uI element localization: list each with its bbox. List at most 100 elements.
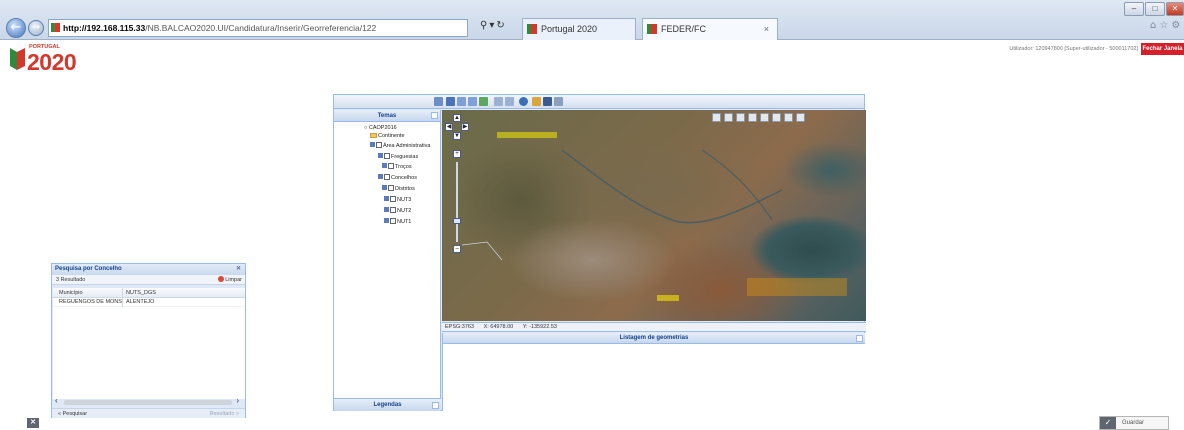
tree-node-nut3[interactable]: NUT3 bbox=[384, 196, 411, 204]
address-tools[interactable]: ⚲▾↻ bbox=[480, 20, 507, 31]
tree-node-nut2[interactable]: NUT2 bbox=[384, 207, 411, 215]
search-icon[interactable]: ⚲ bbox=[480, 20, 489, 31]
tree-node-distritos[interactable]: Distritos bbox=[382, 185, 415, 193]
info-icon[interactable] bbox=[519, 97, 528, 106]
refresh-icon[interactable]: ↻ bbox=[496, 20, 506, 31]
minimize-window-button[interactable]: – bbox=[1124, 2, 1144, 16]
column-header-municipio[interactable]: Município bbox=[53, 288, 123, 298]
full-extent-icon[interactable] bbox=[479, 97, 488, 106]
layer-checkbox[interactable] bbox=[384, 153, 390, 159]
close-icon[interactable]: ✕ bbox=[27, 418, 39, 428]
layer-checkbox[interactable] bbox=[376, 142, 382, 148]
geometry-list-title: Listagem de geometrias bbox=[619, 335, 689, 341]
logo-year: 2020 bbox=[27, 49, 77, 75]
home-icon[interactable]: ⌂ bbox=[1150, 20, 1159, 31]
portugal-2020-logo: PORTUGAL 2020 bbox=[8, 44, 98, 74]
result-table: Município NUTS_DGS REGUENGOS DE MONS...AL… bbox=[53, 288, 245, 399]
clear-button[interactable]: Limpar bbox=[218, 275, 242, 285]
layer-icon bbox=[378, 174, 383, 179]
zoom-out-icon[interactable] bbox=[468, 97, 477, 106]
layer-checkbox[interactable] bbox=[390, 207, 396, 213]
close-tab-icon[interactable]: × bbox=[764, 19, 769, 39]
expand-icon[interactable] bbox=[432, 402, 439, 409]
maximize-window-button[interactable]: □ bbox=[1145, 2, 1165, 16]
zoom-in-icon[interactable] bbox=[457, 97, 466, 106]
layer-icon bbox=[378, 153, 383, 158]
print-icon[interactable] bbox=[543, 97, 552, 106]
collapse-icon[interactable] bbox=[431, 112, 438, 119]
tab-label: FEDER/FC bbox=[661, 24, 706, 34]
browser-chrome: ← → http://192.168.115.33/NB.BALCAO2020.… bbox=[0, 0, 1184, 40]
geometry-list-panel: Listagem de geometrias bbox=[442, 333, 865, 411]
layer-checkbox[interactable] bbox=[384, 174, 390, 180]
close-icon[interactable]: ✕ bbox=[236, 264, 241, 275]
layers-panel: Temas ○ CAOP2016 Continente Área Adminis… bbox=[334, 110, 441, 411]
measure-area-icon[interactable] bbox=[505, 97, 514, 106]
satellite-map[interactable]: ▲ ◀ ▶ ▼ + – bbox=[442, 110, 866, 321]
result-link[interactable]: Resultado » bbox=[210, 409, 239, 419]
layer-icon bbox=[370, 142, 375, 147]
table-header: Município NUTS_DGS bbox=[53, 288, 245, 298]
tab-portugal-2020[interactable]: Portugal 2020 bbox=[522, 18, 636, 40]
export-icon[interactable] bbox=[554, 97, 563, 106]
scroll-left-icon[interactable]: ‹ bbox=[55, 396, 58, 405]
identify-icon[interactable] bbox=[532, 97, 541, 106]
site-favicon-icon bbox=[51, 23, 60, 32]
layer-icon bbox=[384, 218, 389, 223]
layer-icon bbox=[382, 163, 387, 168]
search-link[interactable]: « Pesquisar bbox=[58, 409, 87, 419]
layer-checkbox[interactable] bbox=[388, 185, 394, 191]
gear-icon[interactable]: ⚙ bbox=[1171, 20, 1183, 31]
coord-y: Y: -135922.53 bbox=[522, 324, 557, 330]
save-button[interactable]: ✓ Guardar bbox=[1099, 416, 1169, 430]
layer-checkbox[interactable] bbox=[388, 163, 394, 169]
layer-checkbox[interactable] bbox=[390, 218, 396, 224]
tree-node-area-administrativa[interactable]: Área Administrativa bbox=[370, 142, 430, 150]
logo-flag-icon bbox=[10, 48, 25, 70]
search-by-municipality-window: Pesquisa por Concelho ✕ 3 Resultado Limp… bbox=[51, 263, 246, 418]
folder-icon bbox=[370, 133, 377, 138]
search-window-footer: « Pesquisar Resultado » bbox=[52, 408, 245, 418]
measure-line-icon[interactable] bbox=[494, 97, 503, 106]
pan-icon[interactable] bbox=[446, 97, 455, 106]
back-button[interactable]: ← bbox=[6, 18, 26, 38]
star-icon[interactable]: ☆ bbox=[1159, 20, 1171, 31]
browser-toolbar-icons: ⌂☆⚙ bbox=[1150, 20, 1183, 31]
map-toolbar bbox=[334, 95, 864, 109]
table-row[interactable]: REGUENGOS DE MONS...ALENTEJO bbox=[53, 298, 245, 307]
search-window-title[interactable]: Pesquisa por Concelho ✕ bbox=[52, 264, 245, 275]
address-path: /NB.BALCAO2020.UI/Candidatura/Inserir/Ge… bbox=[145, 23, 377, 33]
address-bar[interactable]: http://192.168.115.33/NB.BALCAO2020.UI/C… bbox=[48, 19, 468, 37]
collapse-icon[interactable] bbox=[434, 97, 443, 106]
layers-panel-header: Temas bbox=[334, 110, 440, 122]
layers-title: Temas bbox=[377, 113, 397, 119]
column-header-nuts[interactable]: NUTS_DGS bbox=[123, 288, 156, 298]
tree-node-caop2016[interactable]: ○ CAOP2016 bbox=[364, 124, 397, 132]
tree-node-concelhos[interactable]: Concelhos bbox=[378, 174, 417, 182]
tree-node-continente[interactable]: Continente bbox=[370, 132, 405, 140]
clear-icon bbox=[218, 276, 225, 282]
layer-icon bbox=[384, 196, 389, 201]
scroll-right-icon[interactable]: › bbox=[236, 396, 239, 405]
legend-panel-header[interactable]: Legendas bbox=[334, 398, 441, 411]
site-favicon-icon bbox=[647, 24, 657, 34]
layer-icon bbox=[384, 207, 389, 212]
tab-feder-fc[interactable]: FEDER/FC × bbox=[642, 18, 778, 40]
horizontal-scrollbar[interactable]: ‹ › bbox=[55, 396, 241, 406]
close-window-button[interactable]: Fechar Janela bbox=[1141, 43, 1184, 55]
cell-municipio: REGUENGOS DE MONS... bbox=[53, 298, 123, 307]
scrollbar-thumb[interactable] bbox=[64, 400, 232, 405]
layer-icon bbox=[382, 185, 387, 190]
forward-button[interactable]: → bbox=[28, 20, 44, 36]
map-roads-overlay bbox=[461, 149, 783, 261]
close-window-icon[interactable]: ✕ bbox=[1166, 2, 1184, 16]
tab-label: Portugal 2020 bbox=[541, 24, 598, 34]
tree-node-freguesias[interactable]: Freguesias bbox=[378, 153, 418, 161]
layer-checkbox[interactable] bbox=[390, 196, 396, 202]
collapse-icon[interactable] bbox=[856, 335, 863, 342]
epsg-code: EPSG:3763 bbox=[445, 324, 475, 330]
gis-panel: Temas ○ CAOP2016 Continente Área Adminis… bbox=[333, 94, 866, 411]
tree-node-nut1[interactable]: NUT1 bbox=[384, 218, 411, 226]
tree-node-trocos[interactable]: Troços bbox=[382, 163, 412, 171]
legend-title: Legendas bbox=[373, 402, 402, 408]
